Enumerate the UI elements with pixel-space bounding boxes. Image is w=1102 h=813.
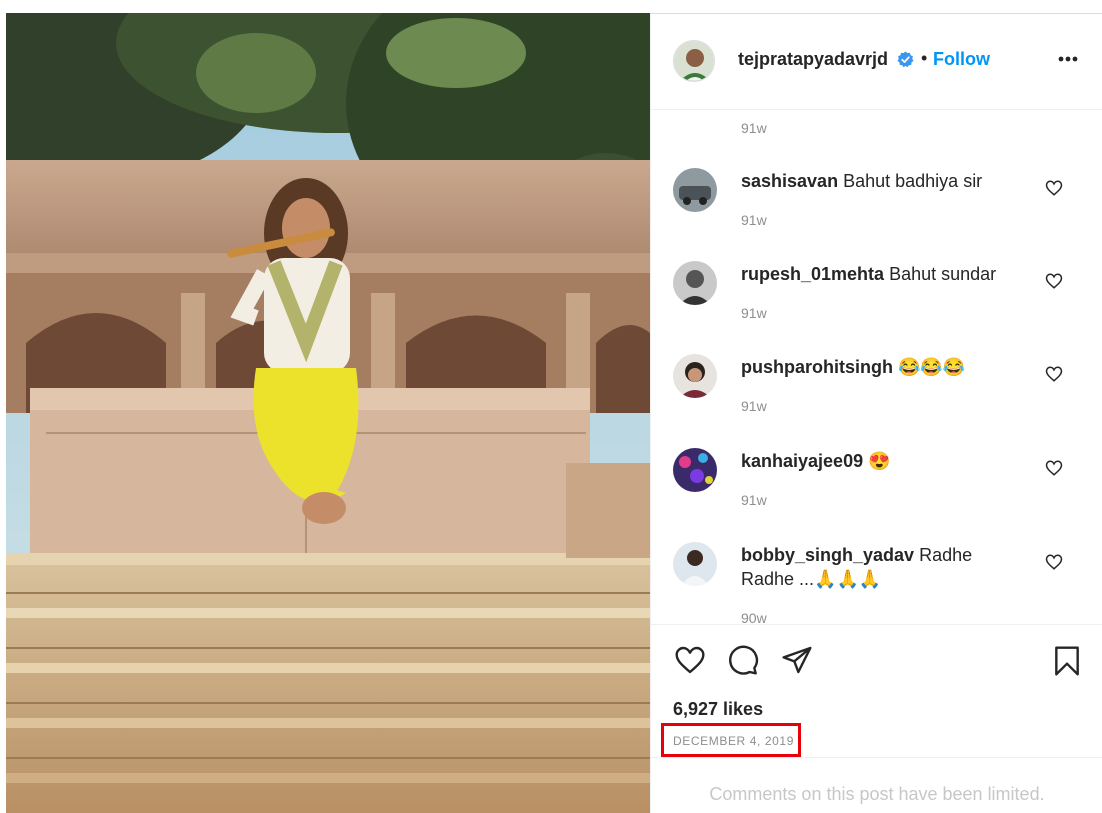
verified-badge-icon [897,51,914,68]
likes-count[interactable]: 6,927 likes [673,699,763,720]
comment-text: 😂😂😂 [898,357,966,377]
commenter-avatar[interactable] [673,542,717,586]
comment-timestamp: 91w [741,492,767,508]
comment-body: rupesh_01mehta Bahut sundar [741,262,1001,286]
heart-icon[interactable] [673,644,707,676]
post-date[interactable]: DECEMBER 4, 2019 [673,734,794,748]
comments-limited-notice: Comments on this post have been limited. [709,784,1045,804]
comment-timestamp: 91w [741,305,767,321]
commenter-avatar[interactable] [673,448,717,492]
comment-username[interactable]: rupesh_01mehta [741,264,884,284]
bookmark-icon[interactable] [1051,644,1083,678]
comment-icon[interactable] [727,644,759,676]
more-options-icon[interactable] [1053,46,1083,66]
follow-button[interactable]: Follow [933,49,990,70]
comment-timestamp: 91w [741,398,767,414]
commenter-avatar[interactable] [673,168,717,212]
comment-username[interactable]: sashisavan [741,171,838,191]
comment-body: pushparohitsingh 😂😂😂 [741,355,1001,379]
author-avatar[interactable] [673,40,715,82]
post-photo-illustration [6,13,650,813]
post-side-panel: tejpratapyadavrjd • Follow 91w sashisava… [650,13,1102,813]
comment-body: kanhaiyajee09 😍 [741,449,1001,473]
comment-area: Comments on this post have been limited. [651,757,1102,813]
comment-like-icon[interactable] [1045,459,1063,477]
comment-username[interactable]: bobby_singh_yadav [741,545,914,565]
comment-body: bobby_singh_yadav Radhe Radhe ...🙏🙏🙏 [741,543,1001,591]
share-icon[interactable] [781,644,813,676]
comment-text: 😍 [868,451,891,471]
comment-timestamp: 91w [741,212,767,228]
post-photo[interactable] [6,13,650,813]
author-username[interactable]: tejpratapyadavrjd [738,49,888,70]
comment-username[interactable]: kanhaiyajee09 [741,451,863,471]
commenter-avatar[interactable] [673,354,717,398]
post-actions: 6,927 likes DECEMBER 4, 2019 Comments on… [651,624,1102,813]
comment-like-icon[interactable] [1045,272,1063,290]
comment-like-icon[interactable] [1045,179,1063,197]
comment-like-icon[interactable] [1045,365,1063,383]
post-header: tejpratapyadavrjd • Follow [651,14,1102,110]
comment-timestamp: 90w [741,610,767,624]
header-separator-dot: • [921,48,928,68]
comments-list[interactable]: 91w sashisavan Bahut badhiya sir 91w rup… [651,110,1102,624]
caption-timestamp: 91w [741,120,767,136]
comment-body: sashisavan Bahut badhiya sir [741,169,1001,193]
comment-username[interactable]: pushparohitsingh [741,357,893,377]
comment-text: Bahut sundar [889,264,997,284]
instagram-post-view: tejpratapyadavrjd • Follow 91w sashisava… [0,0,1102,813]
comment-text: Bahut badhiya sir [843,171,983,191]
commenter-avatar[interactable] [673,261,717,305]
comment-like-icon[interactable] [1045,553,1063,571]
